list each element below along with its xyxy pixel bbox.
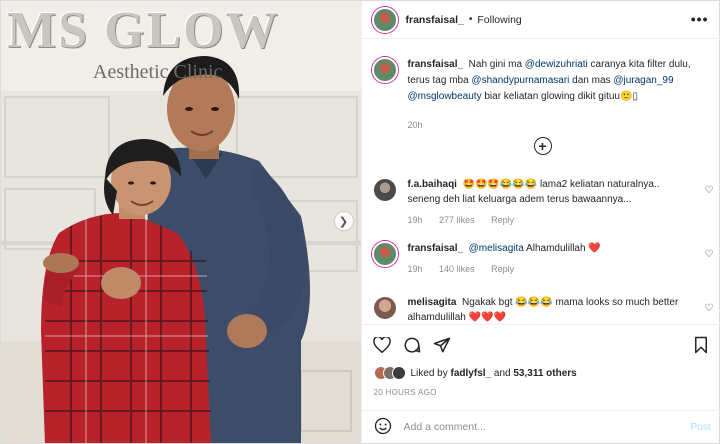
caption-text-3: dan mas <box>569 75 614 86</box>
plus-circle-icon[interactable]: + <box>533 137 552 155</box>
bookmark-icon[interactable] <box>691 335 711 355</box>
following-button[interactable]: Following <box>477 14 521 26</box>
post-button[interactable]: Post <box>690 422 710 433</box>
post-timestamp[interactable]: 20 HOURS AGO <box>374 388 437 397</box>
mention-link[interactable]: @msglowbeauty <box>408 91 482 102</box>
add-comment-bar: Add a comment... Post <box>361 410 720 443</box>
share-icon[interactable] <box>432 335 452 355</box>
chevron-right-icon[interactable]: ❯ <box>334 212 353 230</box>
heart-icon[interactable] <box>372 335 392 355</box>
avatar[interactable] <box>371 241 398 267</box>
instagram-post-modal: MS GLOW Aesthetic Clinic ❯ fransfaisal_ … <box>0 0 720 444</box>
sign-subtitle: Aesthetic Clinic <box>93 61 223 83</box>
caption-username[interactable]: fransfaisal_ <box>408 59 464 70</box>
header-username[interactable]: fransfaisal_ <box>406 14 464 26</box>
comment-icon[interactable] <box>402 335 422 355</box>
header-separator: • <box>468 14 473 25</box>
comment-username[interactable]: f.a.baihaqi <box>408 179 457 190</box>
heart-icon[interactable]: ♡ <box>705 185 714 196</box>
comment-time[interactable]: 19h <box>408 215 423 225</box>
mention-link[interactable]: @juragan_99 <box>613 75 673 86</box>
comment-input[interactable]: Add a comment... <box>404 421 691 433</box>
comment-likes[interactable]: 277 likes <box>439 215 475 225</box>
avatar <box>391 366 406 380</box>
avatar[interactable] <box>371 6 398 33</box>
sign-title: MS GLOW <box>7 2 280 59</box>
avatar[interactable] <box>371 57 398 83</box>
post-side-panel: fransfaisal_ • Following ••• fransfaisal… <box>360 1 720 443</box>
post-photo[interactable]: MS GLOW Aesthetic Clinic ❯ <box>1 1 361 443</box>
comment-username[interactable]: melisagita <box>408 297 457 308</box>
comment-time[interactable]: 19h <box>408 264 423 274</box>
likes-summary: Liked by fadlyfsl_ and 53,311 others <box>373 366 577 380</box>
liked-by-user[interactable]: fadlyfsl_ <box>451 368 492 379</box>
comment-likes[interactable]: 140 likes <box>439 264 475 274</box>
comment-text: Alhamdulillah ❤️ <box>523 243 601 254</box>
comment-item: melisagita Ngakak bgt 😂😂😂 mama looks so … <box>371 295 720 325</box>
caption-time: 20h <box>407 120 423 130</box>
comment-username[interactable]: fransfaisal_ <box>408 243 464 254</box>
reply-button[interactable]: Reply <box>491 264 514 274</box>
likes-middle: and <box>491 367 514 379</box>
heart-icon[interactable]: ♡ <box>705 249 714 260</box>
mention-link[interactable]: @melisagita <box>469 243 524 254</box>
post-caption: fransfaisal_ Nah gini ma @dewizuhriati c… <box>371 57 704 133</box>
likes-count[interactable]: 53,311 others <box>513 368 576 379</box>
caption-text-5: biar keliatan glowing dikit gituu🙂▯ <box>481 91 638 102</box>
avatar[interactable] <box>371 295 398 321</box>
more-icon[interactable]: ••• <box>691 11 709 27</box>
comment-item: f.a.baihaqi 🤩🤩🤩😂😂😂 lama2 keliatan natura… <box>371 177 720 228</box>
mention-link[interactable]: @dewizuhriati <box>525 59 588 70</box>
heart-icon[interactable]: ♡ <box>705 303 714 314</box>
avatar[interactable] <box>371 177 398 203</box>
mention-link[interactable]: @shandypurnamasari <box>471 75 569 86</box>
likes-prefix: Liked by <box>410 367 451 379</box>
post-header: fransfaisal_ • Following ••• <box>361 1 720 39</box>
action-bar <box>361 324 720 364</box>
reply-button[interactable]: Reply <box>491 215 514 225</box>
emoji-icon[interactable] <box>374 417 392 438</box>
comment-item: fransfaisal_ @melisagita Alhamdulillah ❤… <box>371 241 720 277</box>
caption-text-1: Nah gini ma <box>468 59 525 70</box>
